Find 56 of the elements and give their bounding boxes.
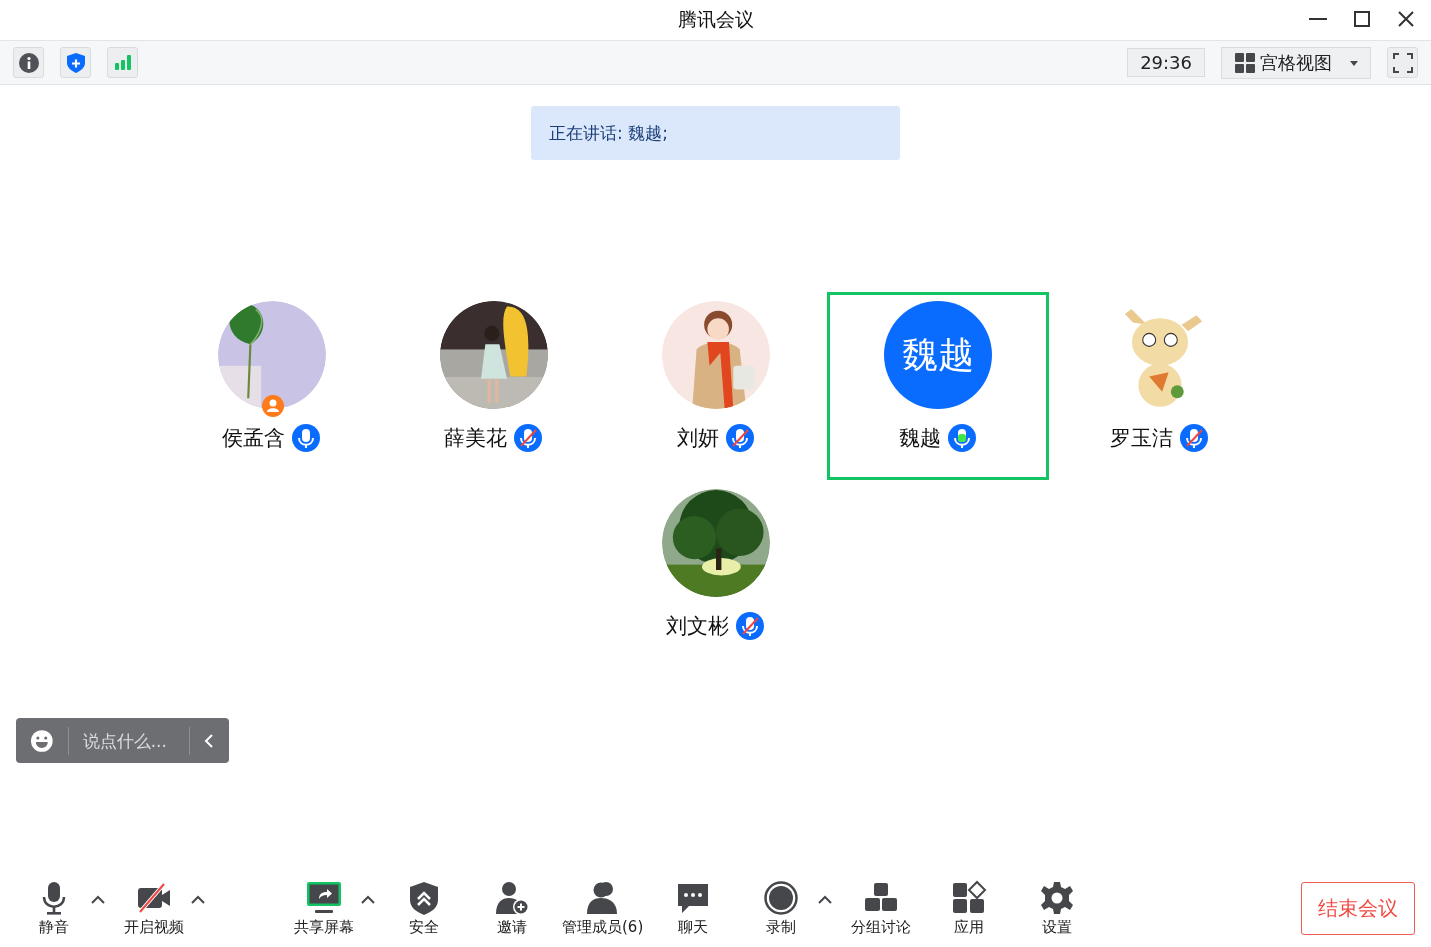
toolbar-button[interactable]: 管理成员(6)	[556, 880, 650, 937]
muted-microphone-icon[interactable]	[1179, 423, 1209, 453]
screen-share-icon	[306, 880, 342, 916]
active-speaker-tile[interactable]: 魏越 魏越	[826, 292, 1049, 480]
avatar: 魏越	[883, 301, 992, 409]
muted-microphone-icon[interactable]	[513, 423, 543, 453]
chevron-left-icon[interactable]	[203, 732, 216, 749]
window-title: 腾讯会议	[677, 7, 754, 32]
apps-icon	[951, 880, 988, 916]
info-icon	[17, 51, 40, 74]
caret-icon[interactable]	[190, 895, 206, 905]
participant-name: 薛美花	[444, 425, 507, 452]
shield-icon	[64, 51, 87, 74]
add-person-icon	[494, 880, 530, 916]
security-shield-button[interactable]	[60, 47, 91, 78]
view-dropdown[interactable]: 宫格视图	[1221, 46, 1371, 79]
fullscreen-icon	[1391, 51, 1414, 74]
participant-tile[interactable]: 刘妍	[604, 292, 827, 480]
fullscreen-button[interactable]	[1387, 47, 1418, 78]
toolbar-button[interactable]: 录制	[737, 880, 826, 937]
participant-name: 刘妍	[676, 425, 719, 452]
toolbar-button[interactable]: 邀请	[468, 880, 556, 937]
gear-icon	[1039, 880, 1076, 916]
chat-input-field[interactable]: 说点什么...	[82, 730, 183, 751]
emoji-icon[interactable]	[30, 728, 54, 753]
toolbar-button[interactable]: 分组讨论	[837, 880, 926, 937]
participant-tile[interactable]: 侯孟含	[160, 292, 383, 480]
video-camera-off-icon	[136, 880, 172, 916]
toolbar-button[interactable]: 聊天	[649, 880, 738, 937]
speaker-banner: 正在讲话: 魏越;	[531, 106, 900, 160]
toolbar-button[interactable]: 开启视频	[110, 880, 198, 937]
end-meeting-button[interactable]: 结束会议	[1301, 882, 1415, 935]
participant-name: 刘文彬	[666, 613, 729, 640]
muted-microphone-icon[interactable]	[735, 611, 765, 641]
grid-icon	[1234, 51, 1256, 74]
microphone-icon[interactable]	[291, 423, 321, 453]
caret-icon[interactable]	[817, 895, 834, 905]
toolbar-button[interactable]: 静音	[10, 880, 98, 937]
caret-icon[interactable]	[360, 895, 376, 905]
toolbar-button[interactable]: 安全	[380, 880, 468, 937]
caret-icon[interactable]	[90, 895, 106, 905]
muted-microphone-icon[interactable]	[724, 423, 755, 453]
participant-name: 侯孟含	[222, 425, 285, 452]
info-button[interactable]	[13, 47, 44, 78]
record-icon	[763, 880, 800, 916]
toolbar-button[interactable]: 共享屏幕	[280, 880, 368, 937]
participant-tile[interactable]: 刘文彬	[604, 480, 827, 668]
participant-name: 魏越	[898, 425, 941, 452]
participant-tile[interactable]: 罗玉洁	[1048, 292, 1271, 480]
toolbar-button[interactable]: 设置	[1013, 880, 1102, 937]
participant-tile[interactable]: 薛美花	[382, 292, 605, 480]
microphone-icon[interactable]	[946, 423, 977, 453]
toolbar-button[interactable]: 应用	[925, 880, 1014, 937]
meeting-timer: 29:36	[1127, 48, 1205, 77]
caret-icon	[1348, 58, 1360, 67]
participant-name: 罗玉洁	[1110, 425, 1173, 452]
